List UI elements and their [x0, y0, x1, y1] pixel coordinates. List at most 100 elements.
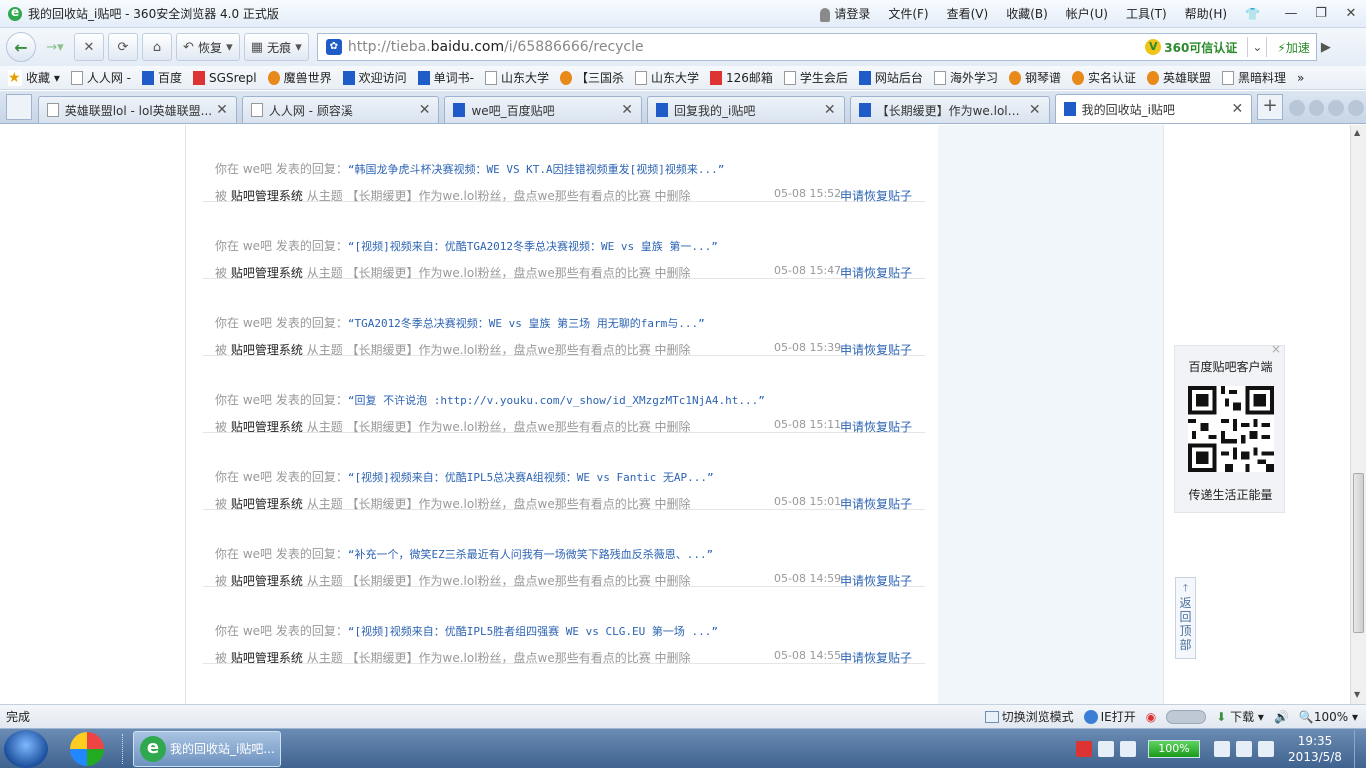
maximize-button[interactable]: ❐	[1306, 6, 1336, 21]
list-item: 你在 we吧 发表的回复：“[视频]视频来自：优酷IPL5胜者组四强赛 WE v…	[203, 587, 925, 666]
ie-open-button[interactable]: IE打开	[1083, 708, 1136, 725]
close-tab-icon[interactable]: ✕	[216, 102, 228, 118]
menu-bar: 请登录 文件(F) 查看(V) 收藏(B) 帐户(U) 工具(T) 帮助(H)	[820, 5, 1245, 22]
apply-restore-link[interactable]: 申请恢复贴子	[840, 649, 912, 666]
bookmark-item[interactable]: 钢琴谱	[1008, 69, 1061, 86]
tab-lol[interactable]: 英雄联盟lol - lol英雄联盟... ✕	[37, 96, 237, 123]
trust-badge[interactable]: V 360可信认证	[1145, 39, 1243, 56]
switch-mode-button[interactable]: 切换浏览模式	[984, 708, 1074, 725]
security-icon[interactable]: ◉	[1146, 710, 1156, 724]
close-tab-icon[interactable]: ✕	[1029, 102, 1041, 118]
bookmark-item[interactable]: 【三国杀	[559, 69, 624, 86]
menu-view[interactable]: 查看(V)	[947, 5, 989, 22]
reply-link[interactable]: “[视频]视频来自：优酷TGA2012冬季总决赛视频：WE vs 皇族 第一..…	[348, 240, 718, 253]
bookmarks-more-button[interactable]: »	[1297, 71, 1304, 85]
bookmark-item[interactable]: 网站后台	[858, 69, 923, 86]
download-button[interactable]: ⬇ 下载 ▾	[1216, 708, 1264, 725]
bookmark-item[interactable]: 人人网 -	[70, 69, 131, 86]
go-arrow-icon[interactable]: ▶	[1321, 40, 1331, 55]
dropdown-icon[interactable]: ⌄	[1252, 40, 1262, 54]
close-window-button[interactable]: ✕	[1336, 6, 1366, 21]
bookmark-item[interactable]: 学生会后	[783, 69, 848, 86]
reply-link[interactable]: “韩国龙争虎斗杯决赛视频：WE VS KT.A因挂错视频重发[视频]视频来...…	[348, 163, 725, 176]
new-tab-button[interactable]: +	[1257, 94, 1283, 120]
url-text[interactable]: http://tieba.baidu.com/i/65886666/recycl…	[348, 39, 1145, 55]
close-tab-icon[interactable]: ✕	[621, 102, 633, 118]
close-tab-icon[interactable]: ✕	[1231, 101, 1243, 117]
reply-link[interactable]: “回复 不许说泡 :http://v.youku.com/v_show/id_X…	[348, 394, 765, 407]
menu-favorites[interactable]: 收藏(B)	[1006, 5, 1048, 22]
bookmark-item[interactable]: 百度	[142, 69, 182, 86]
back-to-top-button[interactable]: 🡑 返回顶部	[1175, 577, 1196, 659]
start-button[interactable]	[4, 729, 48, 768]
scroll-down-icon[interactable]: ▼	[1354, 690, 1360, 699]
menu-account[interactable]: 帐户(U)	[1066, 5, 1108, 22]
vertical-scrollbar[interactable]: ▲ ▼	[1350, 125, 1366, 704]
menu-file[interactable]: 文件(F)	[888, 5, 928, 22]
mode-toggle[interactable]	[1166, 709, 1207, 724]
bookmark-item[interactable]: 黑暗料理	[1222, 69, 1286, 86]
menu-tools[interactable]: 工具(T)	[1126, 5, 1167, 22]
tab-scroll-right-icon[interactable]	[1308, 100, 1325, 116]
back-button[interactable]: ←	[6, 32, 36, 62]
close-all-tabs-icon[interactable]	[1348, 100, 1364, 116]
bookmark-item[interactable]: 欢迎访问	[342, 69, 407, 86]
shield-icon[interactable]	[1258, 740, 1274, 757]
tab-recycle[interactable]: 我的回收站_i贴吧 ✕	[1054, 94, 1253, 123]
scrollbar-thumb[interactable]	[1353, 473, 1364, 633]
tray-settings-icon[interactable]	[1120, 740, 1136, 757]
bookmark-item[interactable]: 山东大学	[634, 69, 699, 86]
tab-we-bar[interactable]: we吧_百度贴吧 ✕	[444, 96, 643, 123]
close-tab-icon[interactable]: ✕	[824, 102, 836, 118]
notrace-button[interactable]: ▦ 无痕 ▾	[243, 33, 309, 61]
admin-name: 贴吧管理系统	[230, 189, 303, 203]
bookmark-item[interactable]: 山东大学	[484, 69, 549, 86]
bookmark-item[interactable]: 魔兽世界	[267, 69, 332, 86]
bookmark-item[interactable]: 126邮箱	[710, 69, 773, 86]
bookmark-favorites[interactable]: ★ 收藏 ▾	[8, 69, 60, 86]
bookmark-item[interactable]: 英雄联盟	[1146, 69, 1211, 86]
page-icon	[933, 70, 946, 85]
bookmark-item[interactable]: SGSrepl	[193, 70, 257, 85]
bookmark-item[interactable]: 海外学习	[933, 69, 998, 86]
tray-help-icon[interactable]	[1098, 740, 1114, 757]
zoom-control[interactable]: 🔍 100% ▾	[1299, 710, 1358, 724]
scroll-up-icon[interactable]: ▲	[1354, 128, 1360, 137]
address-bar[interactable]: ✿ http://tieba.baidu.com/i/65886666/recy…	[316, 33, 1317, 61]
skin-icon[interactable]: 👕	[1245, 7, 1260, 21]
show-desktop-button[interactable]	[1354, 729, 1366, 768]
home-button[interactable]: ⌂	[142, 33, 172, 61]
battery-indicator[interactable]: 100%	[1148, 739, 1200, 758]
tab-scroll-left-icon[interactable]	[1288, 100, 1305, 116]
record-title: 你在 we吧 发表的回复：“补充一个，微笑EZ三杀最近有人问我有一场微笑下路残血…	[215, 547, 714, 561]
bookmark-item[interactable]: 单词书-	[417, 69, 474, 86]
sidebar-toggle-icon[interactable]	[6, 94, 32, 120]
restore-button[interactable]: ↶ 恢复 ▾	[176, 33, 240, 61]
stop-button[interactable]: ✕	[74, 33, 104, 61]
accelerate-button[interactable]: ⚡加速	[1271, 39, 1315, 56]
minimize-button[interactable]: —	[1276, 6, 1306, 21]
tab-renren[interactable]: 人人网 - 顾容溪 ✕	[241, 96, 440, 123]
bookmark-item[interactable]: 实名认证	[1071, 69, 1136, 86]
reply-link[interactable]: “[视频]视频来自：优酷IPL5胜者组四强赛 WE vs CLG.EU 第一场 …	[348, 625, 718, 638]
menu-login[interactable]: 请登录	[820, 5, 870, 22]
system-clock[interactable]: 19:35 2013/5/8	[1280, 733, 1350, 765]
reply-link[interactable]: “补充一个，微笑EZ三杀最近有人问我有一场微笑下路残血反杀薇恩、...”	[348, 548, 713, 561]
forward-button[interactable]: →▾	[40, 33, 70, 61]
refresh-button[interactable]: ⟳	[108, 33, 138, 61]
network-icon[interactable]	[1236, 740, 1252, 757]
close-icon[interactable]: ×	[1271, 342, 1281, 356]
volume-icon[interactable]: 🔊	[1274, 710, 1289, 724]
reply-link[interactable]: “[视频]视频来自：优酷IPL5总决赛A组视频：WE vs Fantic 无AP…	[348, 471, 714, 484]
tab-replies[interactable]: 回复我的_i贴吧 ✕	[647, 96, 845, 123]
tab-list-icon[interactable]	[1328, 100, 1345, 116]
tab-thread[interactable]: 【长期缓更】作为we.lol粉... ✕	[849, 96, 1050, 123]
taskbar-browser-item[interactable]: e 我的回收站_i贴吧...	[133, 730, 281, 767]
pinned-app-icon[interactable]	[70, 731, 104, 766]
power-icon[interactable]	[1214, 740, 1230, 757]
menu-help[interactable]: 帮助(H)	[1185, 5, 1227, 22]
record-time: 05-08 14:59	[774, 572, 842, 585]
tray-ime-icon[interactable]	[1076, 740, 1092, 757]
reply-link[interactable]: “TGA2012冬季总决赛视频：WE vs 皇族 第三场 用无聊的farm与..…	[348, 317, 705, 330]
close-tab-icon[interactable]: ✕	[419, 102, 431, 118]
